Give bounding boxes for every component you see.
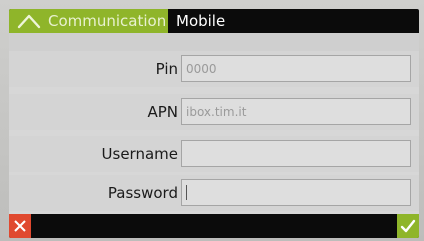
password-row: Password <box>9 175 419 211</box>
back-button[interactable]: Communication <box>9 9 168 33</box>
apn-row: APN <box>9 94 419 130</box>
username-label: Username <box>101 145 178 163</box>
top-bar: Communication Mobile <box>9 9 419 33</box>
close-icon <box>14 220 26 232</box>
apn-label: APN <box>147 103 178 121</box>
pin-field[interactable] <box>181 55 411 82</box>
bottom-bar <box>9 214 419 238</box>
password-label: Password <box>107 184 178 202</box>
back-label: Communication <box>48 12 167 30</box>
pin-row: Pin <box>9 51 419 87</box>
subheader-strip <box>9 33 419 51</box>
pin-label: Pin <box>155 60 178 78</box>
confirm-button[interactable] <box>397 214 419 238</box>
text-cursor <box>186 185 187 200</box>
page-title: Mobile <box>176 12 226 30</box>
screen: Communication Mobile Pin APN Username Pa… <box>9 9 419 238</box>
username-row: Username <box>9 136 419 172</box>
cancel-button[interactable] <box>9 214 31 238</box>
apn-field[interactable] <box>181 98 411 125</box>
check-icon <box>400 219 416 233</box>
username-field[interactable] <box>181 140 411 167</box>
password-field[interactable] <box>181 179 411 206</box>
chevron-up-icon <box>17 14 41 29</box>
